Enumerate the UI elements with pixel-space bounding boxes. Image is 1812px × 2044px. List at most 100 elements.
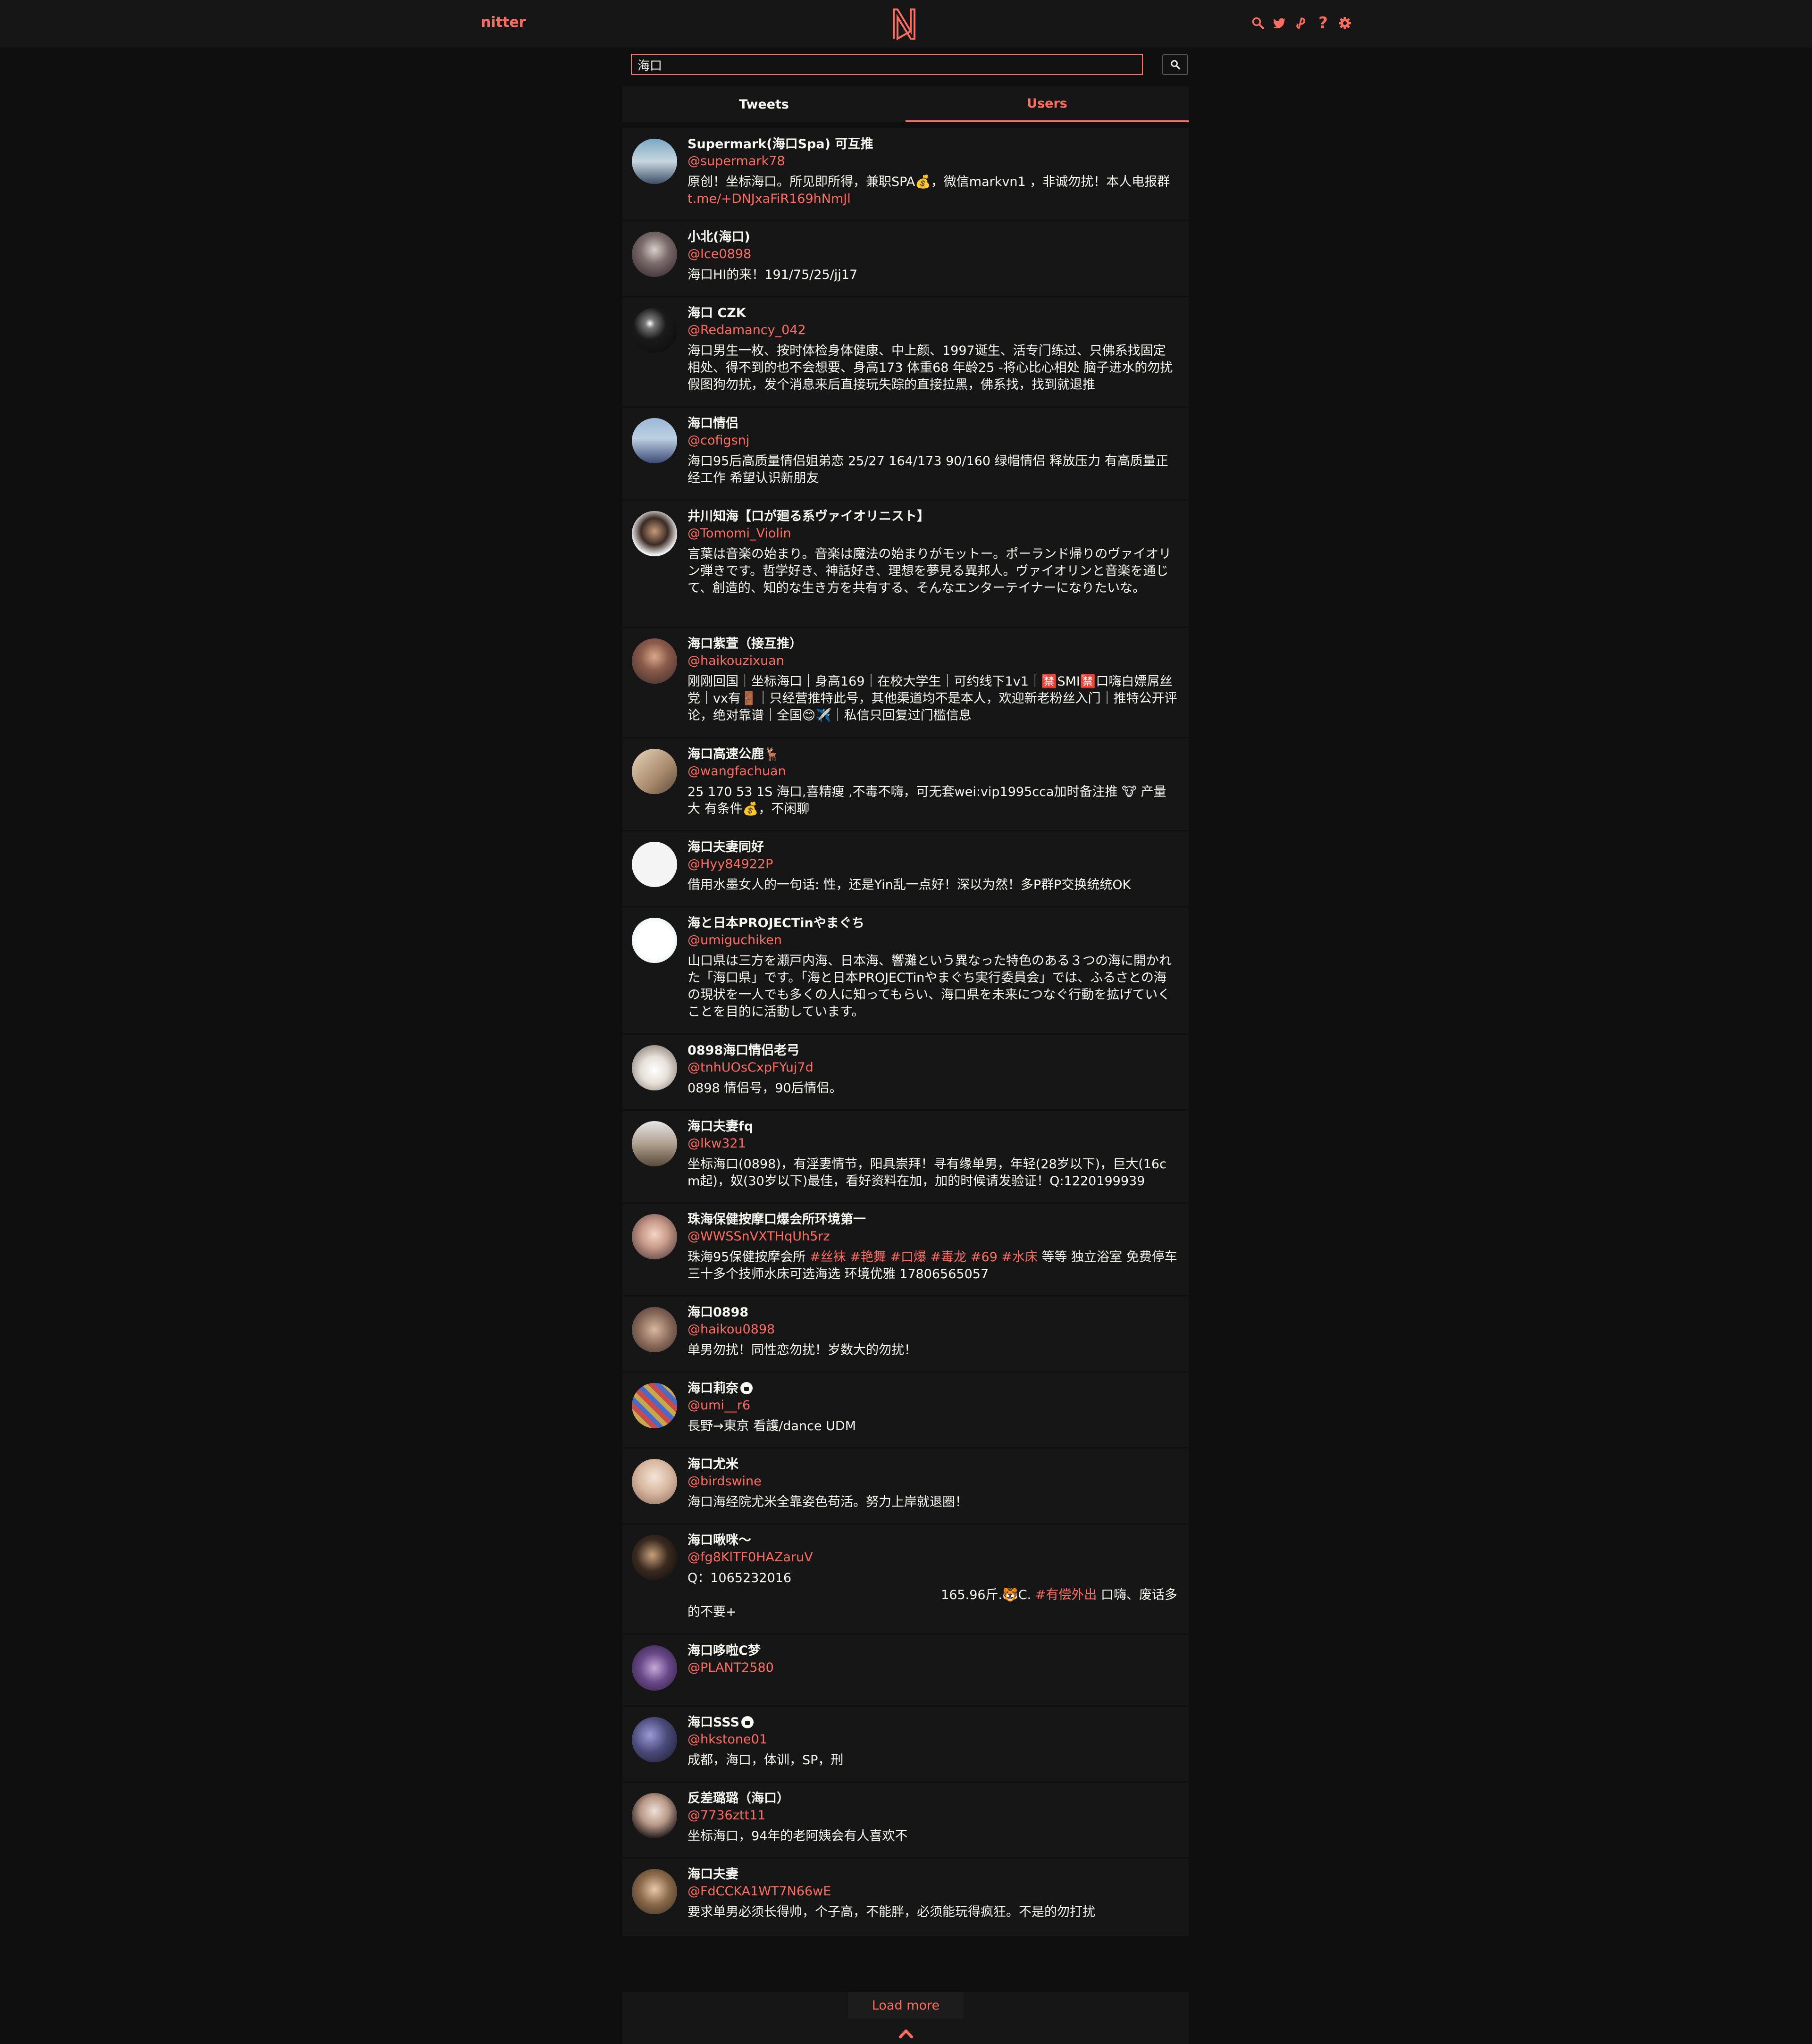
nitter-home-link[interactable]: nitter <box>481 14 526 31</box>
avatar[interactable] <box>632 1459 677 1504</box>
list-item[interactable]: 海口夫妻 @FdCCKA1WT7N66wE 要求单男必须长得帅，个子高，不能胖，… <box>622 1859 1189 1937</box>
list-item[interactable]: 0898海口情侣老弓 @tnhUOsCxpFYuj7d 0898 情侣号，90后… <box>622 1035 1189 1111</box>
help-icon[interactable]: ? <box>1316 13 1331 34</box>
list-item[interactable]: 海口SSS @hkstone01 成都，海口，体训，SP，刑 <box>622 1707 1189 1783</box>
hashtag-links[interactable]: #丝袜 #艳舞 #口爆 #毒龙 #69 #水床 <box>810 1250 1038 1265</box>
nitter-logo-icon[interactable] <box>890 7 918 41</box>
user-handle[interactable]: @umi__r6 <box>688 1397 1177 1414</box>
list-item[interactable]: 海口紫萱（接互推） @haikouzixuan 刚刚回国｜坐标海口｜身高169｜… <box>622 628 1189 738</box>
avatar[interactable] <box>632 1869 677 1914</box>
list-item[interactable]: 海口夫妻同好 @Hyy84922P 借用水墨女人的一句话: 性，还是Yin乱一点… <box>622 831 1189 907</box>
user-handle[interactable]: @7736ztt11 <box>688 1807 1177 1824</box>
user-handle[interactable]: @Redamancy_042 <box>688 322 1177 339</box>
search-icon[interactable] <box>1250 13 1266 34</box>
user-handle[interactable]: @lkw321 <box>688 1135 1177 1152</box>
search-button[interactable] <box>1162 54 1188 75</box>
user-fullname[interactable]: 海口夫妻 <box>688 1866 1177 1883</box>
user-handle[interactable]: @fg8KlTF0HAZaruV <box>688 1549 1177 1566</box>
avatar[interactable] <box>632 1121 677 1166</box>
user-handle[interactable]: @cofigsnj <box>688 432 1177 449</box>
list-item[interactable]: 珠海保健按摩口爆会所环境第一 @WWSSnVXTHqUh5rz 珠海95保健按摩… <box>622 1204 1189 1297</box>
search-input[interactable] <box>631 54 1143 75</box>
avatar[interactable] <box>632 638 677 684</box>
twitter-icon[interactable] <box>1272 13 1287 34</box>
bio-link[interactable]: t.me/+DNJxaFiR169hNmJl <box>688 191 1177 208</box>
list-item[interactable]: 海口莉奈 @umi__r6 長野→東京 看護/dance UDM <box>622 1373 1189 1449</box>
user-handle[interactable]: @haikouzixuan <box>688 653 1177 670</box>
list-item[interactable]: 海口 CZK @Redamancy_042 海口男生一枚、按时体检身体健康、中上… <box>622 297 1189 408</box>
list-item[interactable]: Supermark(海口Spa) 可互推 @supermark78 原创！坐标海… <box>622 128 1189 221</box>
user-handle[interactable]: @tnhUOsCxpFYuj7d <box>688 1059 1177 1076</box>
user-fullname[interactable]: 海口情侣 <box>688 415 1177 432</box>
avatar[interactable] <box>632 842 677 887</box>
avatar[interactable] <box>632 511 677 556</box>
avatar[interactable] <box>632 918 677 963</box>
avatar[interactable] <box>632 1645 677 1691</box>
user-fullname[interactable]: Supermark(海口Spa) 可互推 <box>688 136 1177 153</box>
user-fullname[interactable]: 海口哆啦C梦 <box>688 1642 1177 1659</box>
user-bio: 25 170 53 1S 海口,喜精瘦 ,不毒不嗨，可无套wei:vip1995… <box>688 785 1166 816</box>
user-bio: 原创！坐标海口。所见即所得，兼职SPA💰，微信markvn1 ，非诚勿扰！本人电… <box>688 175 1170 189</box>
user-fullname[interactable]: 海口0898 <box>688 1304 1177 1321</box>
user-fullname[interactable]: 海口啾咪～ <box>688 1532 1177 1549</box>
list-item[interactable]: 海口高速公鹿🦌 @wangfachuan 25 170 53 1S 海口,喜精瘦… <box>622 738 1189 831</box>
user-handle[interactable]: @hkstone01 <box>688 1731 1177 1748</box>
list-item[interactable]: 小北(海口) @Ice0898 海口HI的来！191/75/25/jj17 <box>622 221 1189 297</box>
user-handle[interactable]: @umiguchiken <box>688 932 1177 949</box>
list-item[interactable]: 海口哆啦C梦 @PLANT2580 <box>622 1635 1189 1707</box>
avatar[interactable] <box>632 232 677 277</box>
tab-users[interactable]: Users <box>906 86 1189 122</box>
avatar[interactable] <box>632 1793 677 1838</box>
user-handle[interactable]: @Hyy84922P <box>688 856 1177 873</box>
hashtag-link[interactable]: #有偿外出 <box>1035 1588 1097 1602</box>
back-to-top-icon[interactable] <box>899 2028 913 2038</box>
user-handle[interactable]: @birdswine <box>688 1473 1177 1490</box>
user-fullname[interactable]: 珠海保健按摩口爆会所环境第一 <box>688 1211 1177 1228</box>
list-item[interactable]: 海と日本PROJECTinやまぐち @umiguchiken 山口県は三方を瀬戸… <box>622 907 1189 1035</box>
avatar[interactable] <box>632 308 677 353</box>
avatar[interactable] <box>632 1214 677 1259</box>
avatar[interactable] <box>632 1535 677 1580</box>
user-fullname[interactable]: 海と日本PROJECTinやまぐち <box>688 915 1177 932</box>
user-fullname[interactable]: 小北(海口) <box>688 229 1177 246</box>
user-handle[interactable]: @PLANT2580 <box>688 1659 1177 1676</box>
user-bio: 海口HI的来！191/75/25/jj17 <box>688 268 858 282</box>
user-fullname[interactable]: 0898海口情侣老弓 <box>688 1042 1177 1059</box>
user-fullname[interactable]: 反差璐璐（海口） <box>688 1790 1177 1807</box>
list-item[interactable]: 海口夫妻fq @lkw321 坐标海口(0898)，有淫妻情节，阳具崇拜！寻有缘… <box>622 1111 1189 1204</box>
user-fullname[interactable]: 海口高速公鹿🦌 <box>688 746 1177 763</box>
avatar[interactable] <box>632 1045 677 1090</box>
user-handle[interactable]: @wangfachuan <box>688 763 1177 780</box>
user-fullname[interactable]: 海口夫妻fq <box>688 1118 1177 1135</box>
list-item[interactable]: 海口啾咪～ @fg8KlTF0HAZaruV Q：1065232016 165.… <box>622 1525 1189 1635</box>
user-handle[interactable]: @haikou0898 <box>688 1321 1177 1338</box>
avatar[interactable] <box>632 139 677 184</box>
avatar[interactable] <box>632 749 677 794</box>
list-item[interactable]: 反差璐璐（海口） @7736ztt11 坐标海口，94年的老阿姨会有人喜欢不 <box>622 1783 1189 1859</box>
user-handle[interactable]: @FdCCKA1WT7N66wE <box>688 1883 1177 1900</box>
user-fullname[interactable]: 井川知海【口が廻る系ヴァイオリニスト】 <box>688 508 1177 525</box>
user-handle[interactable]: @Tomomi_Violin <box>688 525 1177 542</box>
user-handle[interactable]: @WWSSnVXTHqUh5rz <box>688 1228 1177 1245</box>
list-item[interactable]: 海口0898 @haikou0898 单男勿扰！同性恋勿扰！岁数大的勿扰！ <box>622 1297 1189 1373</box>
search-form <box>631 54 1188 77</box>
user-fullname[interactable]: 海口 CZK <box>688 305 1177 322</box>
user-fullname[interactable]: 海口尤米 <box>688 1456 1177 1473</box>
list-item[interactable]: 井川知海【口が廻る系ヴァイオリニスト】 @Tomomi_Violin 言葉は音楽… <box>622 501 1189 628</box>
user-fullname[interactable]: 海口紫萱（接互推） <box>688 636 1177 653</box>
user-handle[interactable]: @supermark78 <box>688 153 1177 170</box>
avatar[interactable] <box>632 1307 677 1352</box>
load-more-button[interactable]: Load more <box>848 1992 964 2019</box>
list-item[interactable]: 海口尤米 @birdswine 海口海经院尤米全靠姿色苟活。努力上岸就退圈！ <box>622 1449 1189 1525</box>
user-handle[interactable]: @Ice0898 <box>688 246 1177 263</box>
tab-tweets[interactable]: Tweets <box>622 86 906 122</box>
avatar[interactable] <box>632 418 677 463</box>
avatar[interactable] <box>632 1383 677 1428</box>
settings-gear-icon[interactable] <box>1337 13 1352 34</box>
rss-feed-icon[interactable] <box>1294 13 1309 34</box>
avatar[interactable] <box>632 1717 677 1762</box>
user-fullname[interactable]: 海口莉奈 <box>688 1380 1177 1397</box>
user-fullname[interactable]: 海口SSS <box>688 1714 1177 1731</box>
list-item[interactable]: 海口情侣 @cofigsnj 海口95后高质量情侣姐弟恋 25/27 164/1… <box>622 408 1189 501</box>
user-fullname[interactable]: 海口夫妻同好 <box>688 839 1177 856</box>
